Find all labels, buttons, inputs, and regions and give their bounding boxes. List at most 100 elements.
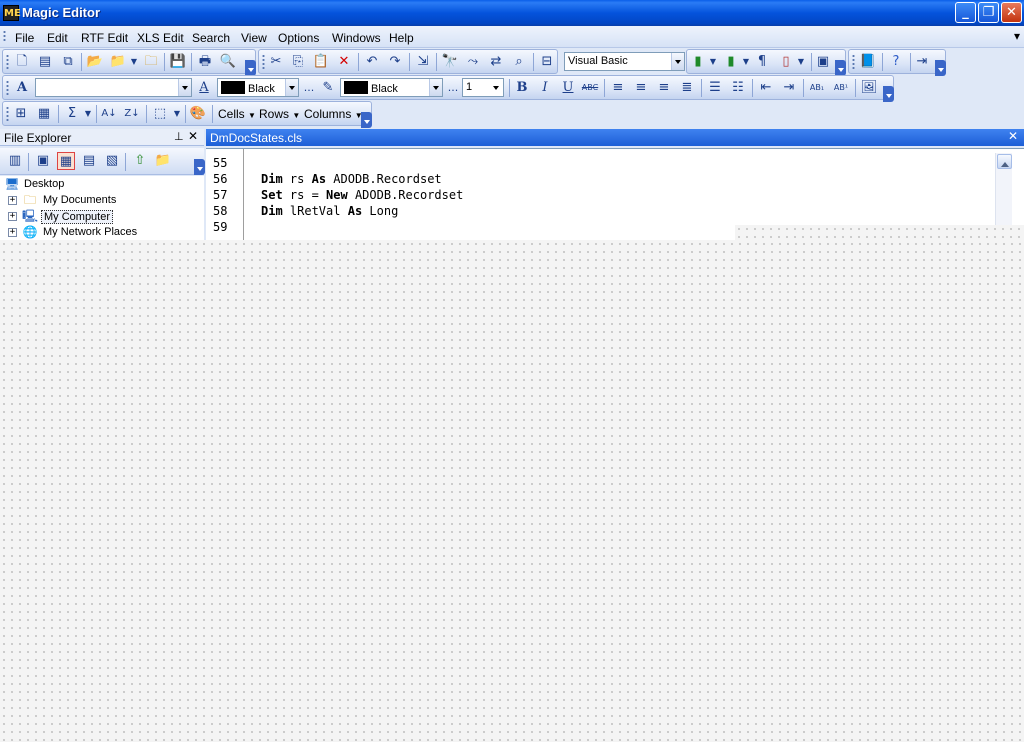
open-folder-icon[interactable]: 📂 (86, 53, 104, 71)
app-icon[interactable]: ME (3, 5, 21, 21)
view-list-icon[interactable]: ▦ (57, 152, 75, 170)
paste-icon[interactable]: 📋 (312, 53, 330, 71)
font-color-more-button[interactable]: ... (300, 79, 318, 97)
view-icons-icon[interactable]: ▣ (34, 152, 52, 170)
code-line[interactable]: Dim lRetVal As Long (261, 204, 398, 218)
title-bar[interactable]: ME Magic Editor _ ❐ ✕ (0, 0, 1024, 26)
menu-windows[interactable]: Windows (332, 31, 381, 45)
find-icon[interactable]: 🔭 (441, 53, 459, 71)
properties-icon[interactable]: ▣ (814, 53, 832, 71)
language-dropdown-icon[interactable] (671, 53, 684, 70)
tree-item-desktop[interactable]: 🖥 Desktop (4, 177, 194, 193)
cell-shading-icon[interactable]: 🎨 (189, 105, 207, 123)
highlight-color-dropdown-icon[interactable] (429, 79, 442, 96)
toolbar-options-icon[interactable] (245, 60, 256, 76)
numbered-list-icon[interactable]: ☷ (729, 79, 747, 97)
indent-icon[interactable]: ⇥ (780, 79, 798, 97)
toolbar-grip[interactable] (6, 80, 9, 95)
insert-table-icon[interactable]: ⊞ (12, 105, 30, 123)
align-right-icon[interactable]: ≡ (655, 79, 673, 97)
cut-icon[interactable]: ✂ (267, 53, 285, 71)
toolbar-grip[interactable] (852, 54, 855, 69)
tree-item-my-documents[interactable]: + 🗀 My Documents (6, 193, 196, 209)
replace-icon[interactable]: ⇄ (487, 53, 505, 71)
toolbar-options-icon[interactable] (835, 60, 846, 76)
subscript-icon[interactable]: AB₁ (808, 79, 826, 97)
manual-icon[interactable]: 📘 (859, 53, 877, 71)
sum-dropdown-icon[interactable]: ▼ (79, 105, 97, 123)
expand-icon[interactable]: + (8, 196, 17, 205)
redo-icon[interactable]: ↷ (386, 53, 404, 71)
delete-icon[interactable]: ✕ (335, 53, 353, 71)
toolbar-options-icon[interactable] (883, 86, 894, 102)
borders-icon[interactable]: ⬚ (151, 105, 169, 123)
code-line[interactable]: Set rs = New ADODB.Recordset (261, 188, 463, 202)
italic-icon[interactable]: I (536, 79, 554, 97)
toolbar-grip[interactable] (262, 54, 265, 69)
expand-icon[interactable]: + (8, 228, 17, 237)
folder-icon[interactable]: 🗀 (142, 53, 160, 71)
new-copy-icon[interactable]: ⧉ (59, 53, 77, 71)
menu-view[interactable]: View (241, 31, 267, 45)
underline-icon[interactable]: U (559, 79, 577, 97)
view-details-icon[interactable]: ▤ (80, 152, 98, 170)
outdent-icon[interactable]: ⇤ (757, 79, 775, 97)
document-tab[interactable]: DmDocStates.cls ✕ (206, 129, 1024, 146)
close-panel-icon[interactable]: ✕ (188, 129, 198, 143)
tree-item-my-computer[interactable]: + 🖳 My Computer (6, 209, 196, 225)
font-icon[interactable]: A (13, 79, 31, 97)
menu-edit[interactable]: Edit (47, 31, 68, 45)
menu-help[interactable]: Help (389, 31, 414, 45)
columns-menu[interactable]: Columns ▼ (304, 107, 363, 121)
highlight-more-button[interactable]: ... (444, 79, 462, 97)
cells-menu[interactable]: Cells ▼ (218, 107, 256, 121)
expand-icon[interactable]: + (8, 212, 17, 221)
new-file-icon[interactable]: 🗋 (13, 53, 31, 71)
menu-overflow-icon[interactable]: ▾ (1014, 29, 1020, 43)
copy-icon[interactable]: ⎘ (289, 53, 307, 71)
menu-grip[interactable] (3, 30, 6, 43)
new-template-icon[interactable]: ▤ (36, 53, 54, 71)
pin-icon[interactable]: ⊥ (174, 130, 184, 143)
toolbar-options-icon[interactable] (935, 60, 946, 76)
help-icon[interactable]: ? (887, 53, 905, 71)
page-dropdown-icon[interactable]: ▼ (792, 53, 810, 71)
close-button[interactable]: ✕ (1001, 2, 1022, 23)
menu-xls-edit[interactable]: XLS Edit (137, 31, 184, 45)
view-thumbnails-icon[interactable]: ▧ (103, 152, 121, 170)
justify-icon[interactable]: ≣ (678, 79, 696, 97)
font-color-icon[interactable]: A (195, 79, 213, 97)
superscript-icon[interactable]: AB¹ (832, 79, 850, 97)
restore-button[interactable]: ❐ (978, 2, 999, 23)
insert-picture-icon[interactable]: 🖼 (860, 79, 878, 97)
align-left-icon[interactable]: ≡ (609, 79, 627, 97)
undo-icon[interactable]: ↶ (363, 53, 381, 71)
new-folder-icon[interactable]: 📁 (154, 152, 172, 170)
close-document-icon[interactable]: ✕ (1008, 129, 1018, 143)
print-preview-icon[interactable]: 🔍 (219, 53, 237, 71)
font-color-select[interactable]: Black (217, 78, 299, 97)
align-center-icon[interactable]: ≡ (632, 79, 650, 97)
bullet-list-icon[interactable]: ☰ (706, 79, 724, 97)
strikethrough-icon[interactable]: ABC (581, 79, 599, 97)
book-dropdown-icon[interactable]: ▼ (704, 53, 722, 71)
find-next-icon[interactable]: ⤳ (464, 53, 482, 71)
toolbar-options-icon[interactable] (361, 112, 372, 128)
highlight-icon[interactable]: ✎ (319, 79, 337, 97)
font-name-dropdown-icon[interactable] (178, 79, 191, 96)
minimize-button[interactable]: _ (955, 2, 976, 23)
view-split-icon[interactable]: ▥ (6, 152, 24, 170)
up-folder-icon[interactable]: ⇧ (131, 152, 149, 170)
exit-icon[interactable]: ⇥ (913, 53, 931, 71)
scroll-up-icon[interactable] (997, 154, 1012, 169)
borders-dropdown-icon[interactable]: ▼ (168, 105, 186, 123)
toolbar-grip[interactable] (6, 54, 9, 69)
language-select[interactable]: Visual Basic (564, 52, 685, 71)
save-icon[interactable]: 💾 (169, 53, 187, 71)
goto-icon[interactable]: ⇲ (414, 53, 432, 71)
print-icon[interactable]: 🖶 (196, 53, 214, 71)
toolbar-grip[interactable] (6, 106, 9, 121)
size-spin-icon[interactable] (490, 79, 503, 96)
highlight-color-select[interactable]: Black (340, 78, 443, 97)
table-grid-icon[interactable]: ▦ (35, 105, 53, 123)
